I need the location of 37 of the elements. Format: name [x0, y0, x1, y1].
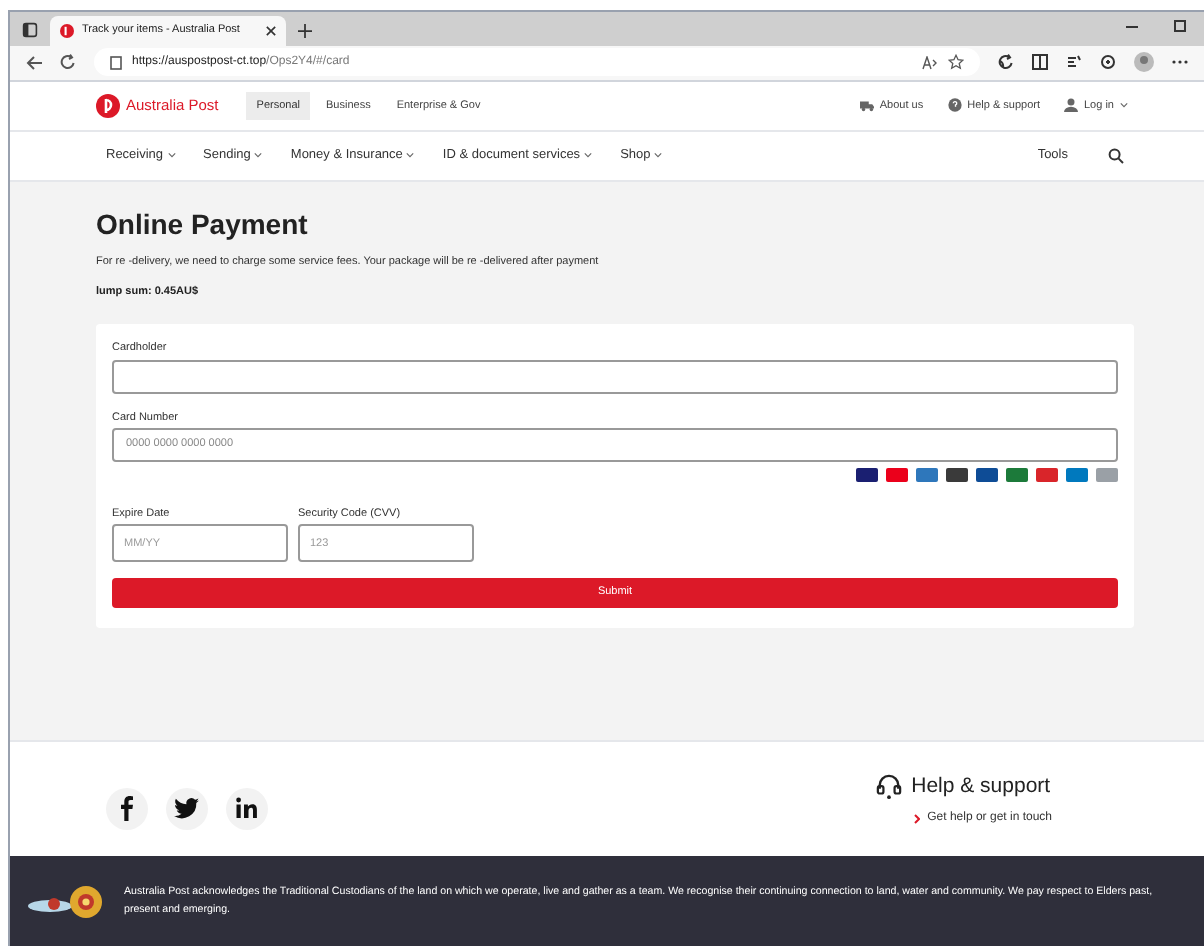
linkedin-icon[interactable] — [226, 788, 268, 831]
split-screen-icon[interactable] — [1032, 54, 1048, 71]
cardholder-input[interactable] — [112, 359, 1118, 394]
star-icon[interactable] — [948, 54, 964, 71]
close-icon[interactable] — [266, 25, 276, 36]
headset-icon — [875, 774, 902, 801]
back-icon[interactable] — [26, 55, 42, 70]
collections-icon[interactable] — [1100, 54, 1116, 71]
help-icon — [947, 98, 962, 113]
search-icon[interactable] — [1108, 147, 1124, 164]
chevron-icon — [406, 152, 415, 159]
chevron-icon — [913, 813, 920, 824]
read-aloud-icon[interactable] — [922, 55, 938, 70]
more-icon[interactable] — [1172, 60, 1188, 65]
new-tab-icon[interactable] — [298, 23, 312, 38]
maximize-icon[interactable] — [1174, 19, 1186, 32]
page-title: Online Payment — [96, 209, 310, 238]
reload-icon[interactable] — [60, 54, 76, 71]
chevron-icon — [654, 152, 663, 159]
help-title: Help & support — [911, 771, 1051, 802]
logo-icon — [96, 93, 120, 118]
logo-icon — [60, 23, 74, 38]
page-info-icon — [110, 55, 122, 70]
minimize-icon[interactable] — [1126, 25, 1138, 28]
user-icon — [1064, 98, 1078, 113]
bird-icon[interactable] — [166, 788, 208, 831]
profile-icon[interactable] — [1134, 52, 1154, 73]
chevron-icon — [1120, 102, 1128, 109]
favorites-icon[interactable] — [1066, 54, 1082, 71]
tab-actions-icon[interactable] — [22, 21, 38, 38]
indigenous-artwork-icon — [26, 883, 106, 920]
facebook-icon[interactable] — [106, 788, 148, 831]
refresh-icon[interactable] — [998, 54, 1014, 71]
chevron-icon — [167, 152, 176, 159]
truck-icon — [859, 98, 874, 113]
chevron-icon — [254, 152, 263, 159]
chevron-icon — [584, 152, 593, 159]
